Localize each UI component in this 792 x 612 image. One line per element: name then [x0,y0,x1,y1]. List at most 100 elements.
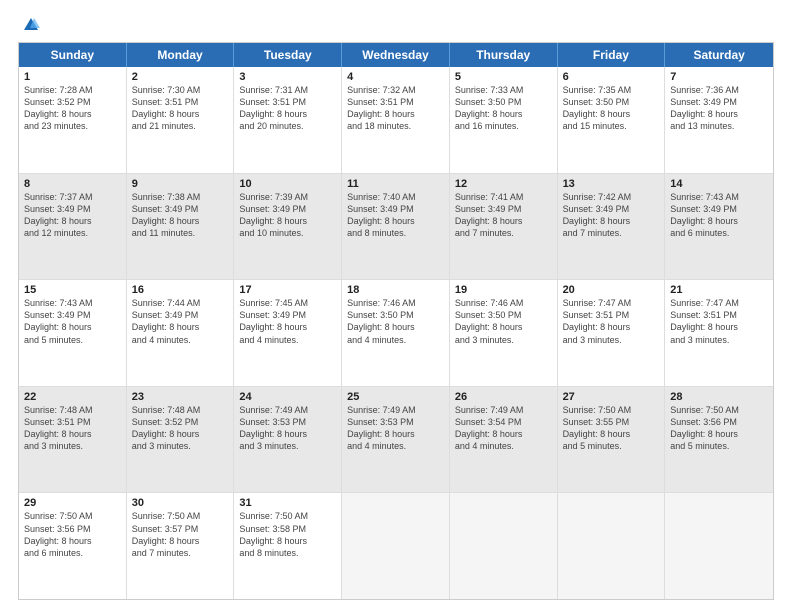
table-row: 22Sunrise: 7:48 AMSunset: 3:51 PMDayligh… [19,387,127,493]
calendar-row-2: 8Sunrise: 7:37 AMSunset: 3:49 PMDaylight… [19,174,773,281]
cell-line: Daylight: 8 hours [24,428,121,440]
table-row: 30Sunrise: 7:50 AMSunset: 3:57 PMDayligh… [127,493,235,599]
calendar-row-3: 15Sunrise: 7:43 AMSunset: 3:49 PMDayligh… [19,280,773,387]
table-row: 5Sunrise: 7:33 AMSunset: 3:50 PMDaylight… [450,67,558,173]
calendar-row-4: 22Sunrise: 7:48 AMSunset: 3:51 PMDayligh… [19,387,773,494]
table-row: 28Sunrise: 7:50 AMSunset: 3:56 PMDayligh… [665,387,773,493]
table-row: 1Sunrise: 7:28 AMSunset: 3:52 PMDaylight… [19,67,127,173]
cell-line: Daylight: 8 hours [563,215,660,227]
table-row: 8Sunrise: 7:37 AMSunset: 3:49 PMDaylight… [19,174,127,280]
cell-line: Sunset: 3:50 PM [347,309,444,321]
cell-line: Daylight: 8 hours [239,215,336,227]
cell-line: Sunset: 3:51 PM [563,309,660,321]
table-row: 27Sunrise: 7:50 AMSunset: 3:55 PMDayligh… [558,387,666,493]
cell-line: Sunset: 3:56 PM [670,416,768,428]
table-row: 11Sunrise: 7:40 AMSunset: 3:49 PMDayligh… [342,174,450,280]
cell-line: Sunset: 3:49 PM [563,203,660,215]
table-row: 18Sunrise: 7:46 AMSunset: 3:50 PMDayligh… [342,280,450,386]
cell-line: Daylight: 8 hours [563,428,660,440]
table-row: 14Sunrise: 7:43 AMSunset: 3:49 PMDayligh… [665,174,773,280]
cell-line: Sunrise: 7:41 AM [455,191,552,203]
day-number: 21 [670,284,768,296]
cell-line: Sunrise: 7:28 AM [24,84,121,96]
cell-line: Daylight: 8 hours [239,535,336,547]
cell-line: Sunset: 3:51 PM [347,96,444,108]
cell-line: and 4 minutes. [347,334,444,346]
cell-line: Sunset: 3:51 PM [132,96,229,108]
cell-line: Sunrise: 7:31 AM [239,84,336,96]
day-number: 22 [24,391,121,403]
cell-line: Sunset: 3:57 PM [132,523,229,535]
cell-line: and 13 minutes. [670,120,768,132]
cell-line: Sunrise: 7:50 AM [670,404,768,416]
day-number: 20 [563,284,660,296]
cell-line: Sunrise: 7:39 AM [239,191,336,203]
cell-line: Sunrise: 7:30 AM [132,84,229,96]
cell-line: and 7 minutes. [132,547,229,559]
day-number: 9 [132,178,229,190]
cell-line: Sunrise: 7:46 AM [347,297,444,309]
cell-line: Sunrise: 7:50 AM [239,510,336,522]
cell-line: Daylight: 8 hours [455,108,552,120]
day-number: 6 [563,71,660,83]
header-day-saturday: Saturday [665,43,773,67]
cell-line: Sunset: 3:55 PM [563,416,660,428]
calendar-body: 1Sunrise: 7:28 AM Sunset: 3:52 PM Daylight… [19,67,773,599]
table-row: 9Sunrise: 7:38 AMSunset: 3:49 PMDaylight… [127,174,235,280]
cell-line: and 21 minutes. [132,120,229,132]
cell-line: Sunset: 3:50 PM [563,96,660,108]
day-number: 25 [347,391,444,403]
cell-line: Sunset: 3:52 PM [132,416,229,428]
day-number: 10 [239,178,336,190]
cell-line: Sunrise: 7:48 AM [132,404,229,416]
cell-line: Sunset: 3:58 PM [239,523,336,535]
table-row: 25Sunrise: 7:49 AMSunset: 3:53 PMDayligh… [342,387,450,493]
day-number: 28 [670,391,768,403]
day-number: 16 [132,284,229,296]
day-number: 11 [347,178,444,190]
table-row: 13Sunrise: 7:42 AMSunset: 3:49 PMDayligh… [558,174,666,280]
cell-line: Sunrise: 7:49 AM [455,404,552,416]
cell-line: Sunset: 3:53 PM [239,416,336,428]
calendar-row-1: 1Sunrise: 7:28 AMSunset: 3:52 PMDaylight… [19,67,773,174]
cell-line: Sunset: 3:49 PM [347,203,444,215]
cell-line: Sunset: 3:49 PM [239,203,336,215]
day-number: 4 [347,71,444,83]
cell-line: Sunrise: 7:46 AM [455,297,552,309]
cell-line: Sunrise: 7:50 AM [24,510,121,522]
cell-line: Sunrise: 7:43 AM [24,297,121,309]
cell-line: Daylight: 8 hours [347,321,444,333]
cell-line: and 3 minutes. [239,440,336,452]
cell-line: and 18 minutes. [347,120,444,132]
cell-line: Sunset: 3:50 PM [455,96,552,108]
cell-line: Daylight: 8 hours [347,428,444,440]
table-row: 21Sunrise: 7:47 AMSunset: 3:51 PMDayligh… [665,280,773,386]
header-day-monday: Monday [127,43,235,67]
day-number: 1 [24,71,121,83]
cell-line: and 4 minutes. [239,334,336,346]
cell-line: Sunrise: 7:47 AM [670,297,768,309]
cell-line: Sunset: 3:49 PM [132,309,229,321]
day-number: 23 [132,391,229,403]
cell-line: Daylight: 8 hours [24,535,121,547]
day-number: 7 [670,71,768,83]
cell-line: Sunset: 3:49 PM [132,203,229,215]
header-day-thursday: Thursday [450,43,558,67]
table-row [342,493,450,599]
table-row: 10Sunrise: 7:39 AMSunset: 3:49 PMDayligh… [234,174,342,280]
cell-line: Sunset: 3:53 PM [347,416,444,428]
cell-line: and 20 minutes. [239,120,336,132]
cell-line: Daylight: 8 hours [24,108,121,120]
table-row: 12Sunrise: 7:41 AMSunset: 3:49 PMDayligh… [450,174,558,280]
cell-line: Daylight: 8 hours [132,321,229,333]
cell-line: and 5 minutes. [563,440,660,452]
cell-line: Sunset: 3:49 PM [24,309,121,321]
cell-line: Daylight: 8 hours [455,215,552,227]
cell-line: Sunrise: 7:49 AM [239,404,336,416]
cell-line: Sunrise: 7:38 AM [132,191,229,203]
day-number: 15 [24,284,121,296]
cell-line: Sunrise: 7:36 AM [670,84,768,96]
cell-line: Sunset: 3:56 PM [24,523,121,535]
day-number: 31 [239,497,336,509]
table-row: 2Sunrise: 7:30 AMSunset: 3:51 PMDaylight… [127,67,235,173]
